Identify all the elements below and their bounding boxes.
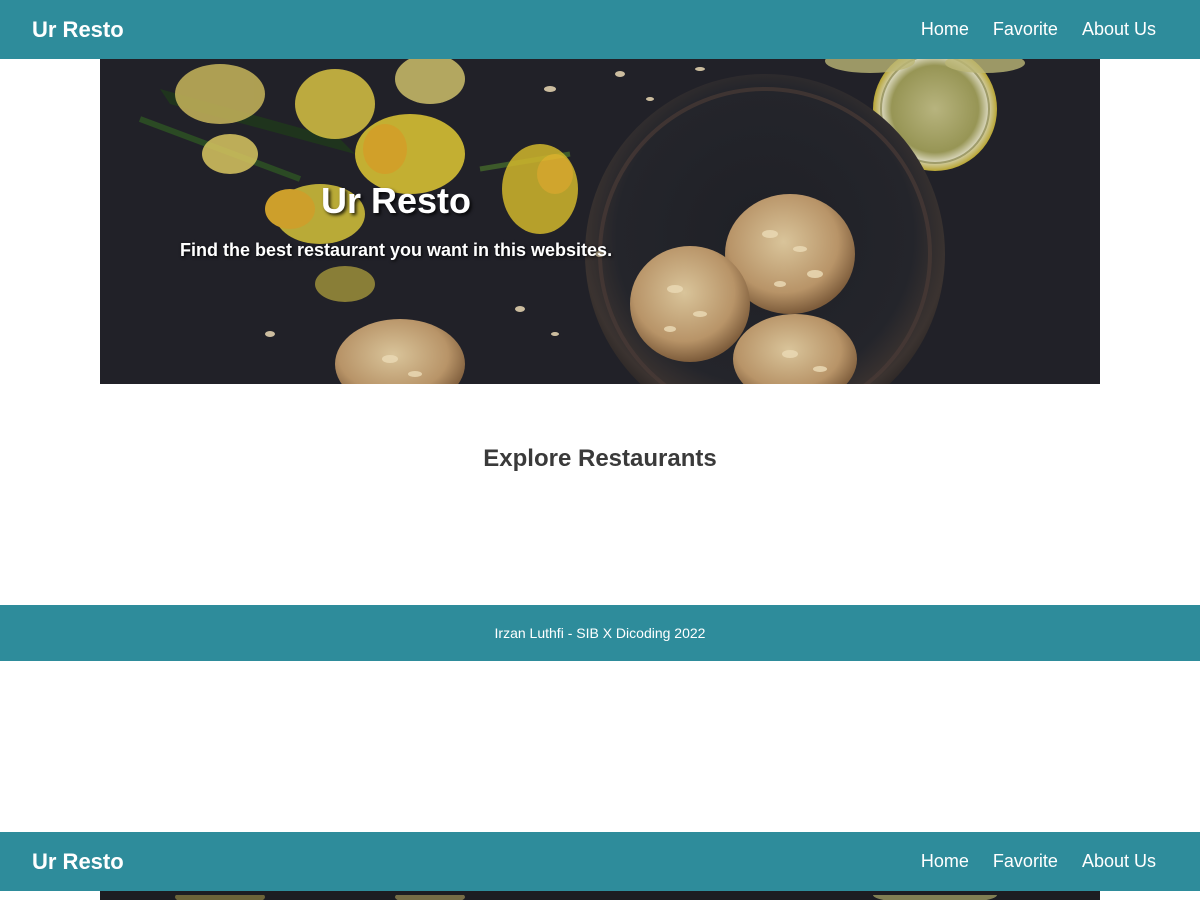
hero-banner: Ur Resto Find the best restaurant you wa…	[100, 59, 1100, 384]
hero-subtitle: Find the best restaurant you want in thi…	[180, 240, 613, 260]
nav-link-home[interactable]: Home	[921, 19, 969, 40]
hero-food-image	[100, 59, 1100, 384]
hero-banner-repeat	[100, 891, 1100, 900]
nav-link-favorite[interactable]: Favorite	[993, 19, 1058, 40]
explore-restaurants-heading: Explore Restaurants	[483, 445, 717, 472]
brand-logo-link[interactable]: Ur Resto	[32, 17, 124, 43]
footer: Irzan Luthfi - SIB X Dicoding 2022	[0, 605, 1200, 661]
page: Ur Resto Home Favorite About Us Ur Resto…	[0, 0, 1200, 900]
app-bar-repeat: Ur Resto Home Favorite About Us	[0, 832, 1200, 891]
nav-link-about-us[interactable]: About Us	[1082, 851, 1156, 872]
hero-title: Ur Resto	[321, 180, 472, 221]
nav-link-about-us[interactable]: About Us	[1082, 19, 1156, 40]
main-nav: Home Favorite About Us	[921, 851, 1168, 872]
nav-link-home[interactable]: Home	[921, 851, 969, 872]
footer-credit: Irzan Luthfi - SIB X Dicoding 2022	[494, 625, 706, 641]
brand-logo-link[interactable]: Ur Resto	[32, 849, 124, 875]
hero-food-image	[100, 891, 1100, 900]
nav-link-favorite[interactable]: Favorite	[993, 851, 1058, 872]
app-bar: Ur Resto Home Favorite About Us	[0, 0, 1200, 59]
main-nav: Home Favorite About Us	[921, 19, 1168, 40]
